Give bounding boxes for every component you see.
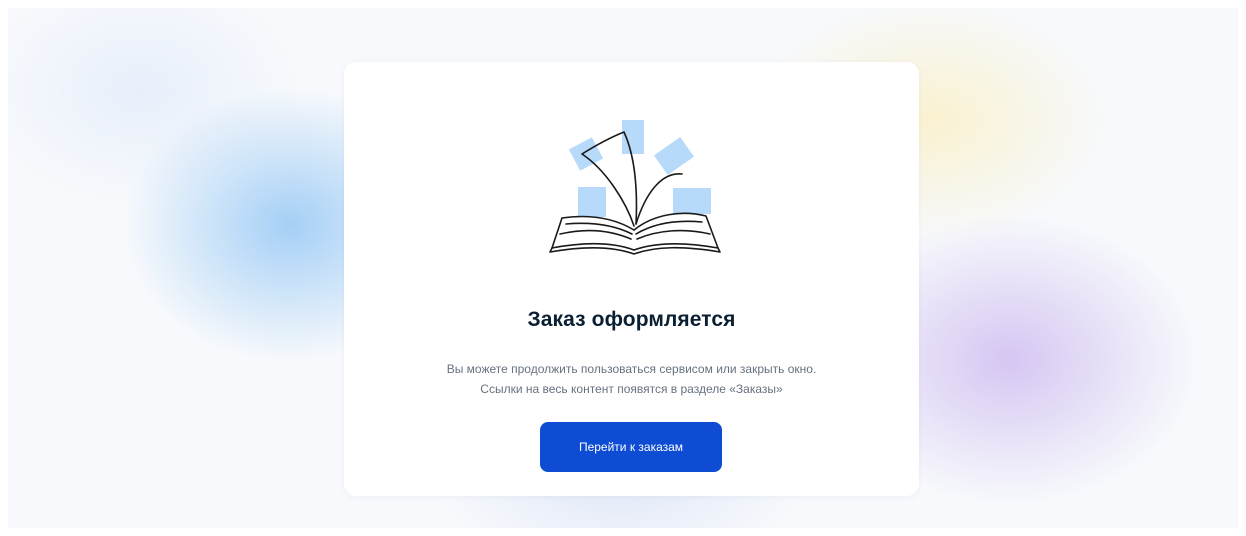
go-to-orders-button[interactable]: Перейти к заказам [540,422,722,472]
description-text: Вы можете продолжить пользоваться сервис… [364,359,899,399]
open-book-icon [534,114,734,264]
order-status-card: Заказ оформляется Вы можете продолжить п… [344,62,919,496]
page-title: Заказ оформляется [527,308,736,331]
page-background: Заказ оформляется Вы можете продолжить п… [0,0,1246,536]
description-line-2: Ссылки на весь контент появятся в раздел… [480,382,783,396]
description-line-1: Вы можете продолжить пользоваться сервис… [446,362,817,376]
